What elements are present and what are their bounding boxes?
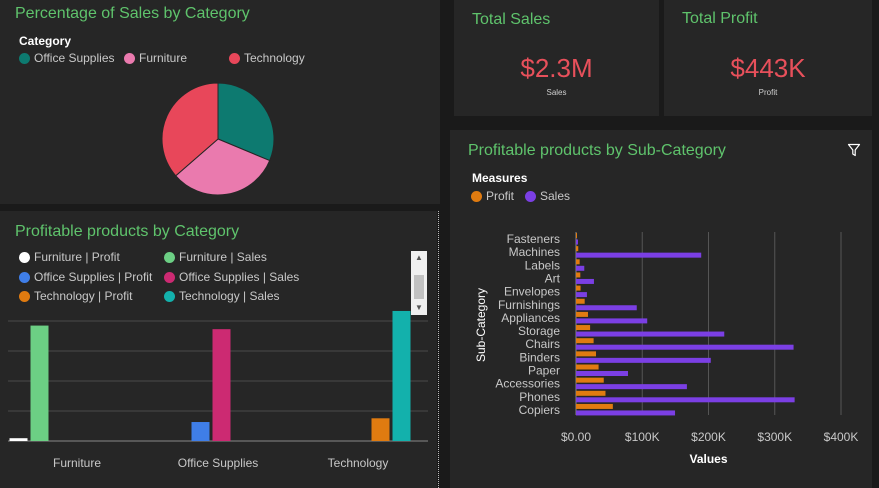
pie-chart[interactable]	[0, 0, 440, 204]
kpi-sales-caption: Sales	[546, 88, 567, 97]
bar-sales[interactable]	[576, 357, 711, 363]
x-tick-label: $200K	[691, 430, 726, 444]
kpi-total-sales: Total Sales $2.3M Sales	[454, 0, 659, 116]
y-axis-title: Sub-Category	[474, 288, 488, 362]
bar-sales[interactable]	[576, 344, 794, 350]
bar-profit[interactable]	[576, 259, 580, 265]
bar-profit[interactable]	[576, 377, 604, 383]
y-tick-label: Paper	[528, 364, 560, 378]
x-category-label: Technology	[327, 456, 389, 470]
pie-panel: Percentage of Sales by Category Category…	[0, 0, 440, 204]
y-tick-label: Binders	[519, 350, 560, 364]
y-tick-label: Machines	[509, 245, 560, 259]
bar-profit[interactable]	[576, 298, 585, 304]
bar-technology-profit[interactable]	[371, 418, 390, 441]
subcategory-bar-chart[interactable]: $0.00 $100K $200K $300K $400K FastenersMachin…	[450, 130, 872, 488]
bar-sales[interactable]	[576, 410, 676, 416]
bar-profit[interactable]	[576, 338, 594, 344]
bar-sales[interactable]	[576, 278, 594, 284]
bar-furniture-sales[interactable]	[30, 325, 49, 441]
x-category-label: Office Supplies	[177, 456, 259, 470]
y-tick-label: Copiers	[519, 403, 560, 417]
y-tick-label: Appliances	[501, 311, 560, 325]
bar-sales[interactable]	[576, 384, 687, 390]
bar-profit[interactable]	[576, 403, 613, 409]
y-tick-label: Accessories	[495, 377, 560, 391]
y-tick-label: Storage	[518, 324, 560, 338]
bar-profit[interactable]	[576, 390, 606, 396]
bar-sales[interactable]	[576, 397, 795, 403]
x-tick-label: $300K	[757, 430, 792, 444]
x-tick-label: $400K	[824, 430, 859, 444]
subcategory-panel: Profitable products by Sub-Category Meas…	[450, 130, 872, 488]
x-category-label: Furniture	[52, 456, 102, 470]
bar-profit[interactable]	[576, 246, 579, 252]
bar-profit[interactable]	[576, 311, 588, 317]
bar-sales[interactable]	[576, 371, 629, 376]
bar-profit[interactable]	[576, 233, 577, 238]
bar-profit[interactable]	[576, 272, 581, 278]
y-tick-label: Furnishings	[498, 298, 560, 312]
bar-office-supplies-profit[interactable]	[191, 422, 210, 441]
y-tick-label: Phones	[519, 390, 560, 404]
x-axis-title: Values	[689, 452, 727, 466]
y-tick-label: Chairs	[525, 337, 560, 351]
kpi-sales-value: $2.3M	[520, 53, 593, 83]
category-bar-chart[interactable]	[0, 211, 437, 488]
bar-sales[interactable]	[576, 331, 725, 337]
bar-profit[interactable]	[576, 364, 599, 370]
bar-sales[interactable]	[576, 305, 637, 311]
bar-office-supplies-sales[interactable]	[212, 329, 231, 441]
bar-technology-sales[interactable]	[392, 310, 411, 441]
bar-sales[interactable]	[576, 318, 648, 324]
kpi-total-profit: Total Profit $443K Profit	[664, 0, 872, 116]
bar-profit[interactable]	[576, 285, 581, 291]
category-panel: Profitable products by Category Furnitur…	[0, 211, 437, 488]
bar-sales[interactable]	[576, 239, 578, 245]
y-tick-label: Labels	[525, 258, 560, 272]
kpi-profit-value: $443K	[730, 53, 806, 83]
bar-furniture-profit[interactable]	[9, 438, 28, 441]
y-tick-label: Envelopes	[504, 285, 560, 299]
x-tick-label: $0.00	[561, 430, 591, 444]
bar-sales[interactable]	[576, 265, 585, 271]
bar-sales[interactable]	[576, 252, 702, 258]
kpi-sales-title: Total Sales	[472, 11, 551, 28]
panel-divider	[438, 211, 439, 488]
y-tick-label: Art	[545, 271, 561, 285]
bar-profit[interactable]	[576, 325, 591, 331]
kpi-profit-caption: Profit	[758, 88, 778, 97]
bar-profit[interactable]	[576, 351, 597, 357]
x-tick-label: $100K	[625, 430, 660, 444]
kpi-profit-title: Total Profit	[682, 10, 758, 27]
bar-sales[interactable]	[576, 292, 587, 298]
y-tick-label: Fasteners	[507, 232, 560, 246]
